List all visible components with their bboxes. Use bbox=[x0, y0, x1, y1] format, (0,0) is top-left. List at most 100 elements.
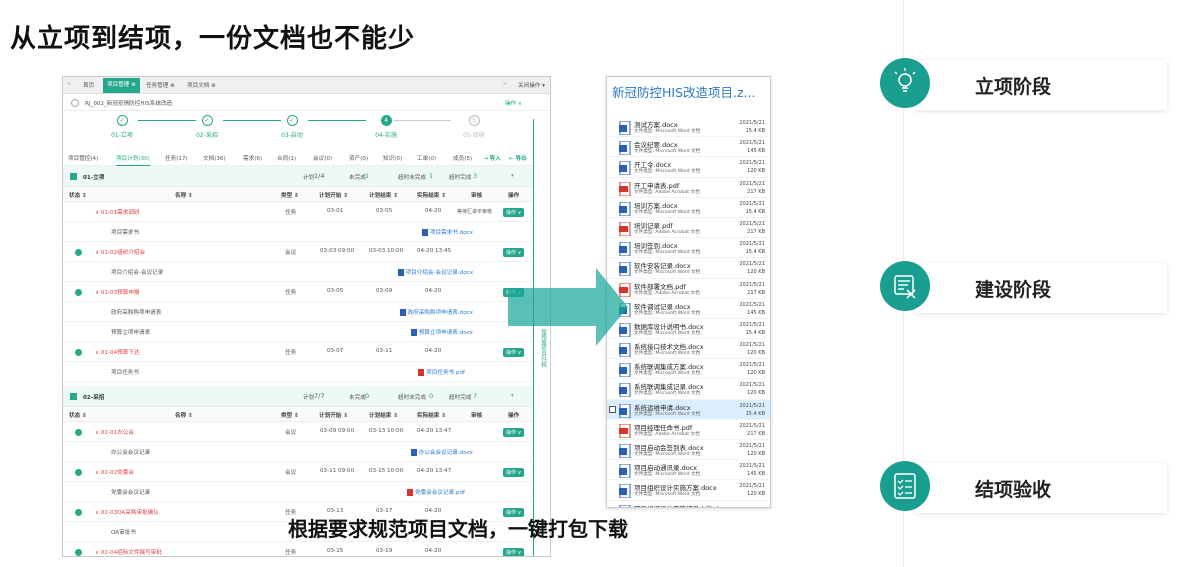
table-row[interactable]: ∨ 01-01需求调研 任务 03-01 03-05 04-20 等待汇卓平审核 操作 ∨ bbox=[63, 202, 533, 222]
zip-file-item[interactable]: 系统联调集成方案.docx 文件类型: Microsoft Word 文档 2021… bbox=[607, 359, 770, 380]
zip-file-item[interactable]: 系统运维申请.docx 文件类型: Microsoft Word 文档 2021/5… bbox=[607, 399, 770, 420]
column-header[interactable]: 名称 ⇕ bbox=[175, 191, 193, 199]
zip-file-item[interactable]: 会议纪要.docx 文件类型: Microsoft Word 文档 2021/5/2… bbox=[607, 137, 770, 158]
zip-file-item[interactable]: 软件调试记录.docx 文件类型: Microsoft Word 文档 2021/5… bbox=[607, 299, 770, 319]
subtab-ticket[interactable]: 工单(0) bbox=[417, 154, 436, 162]
column-header[interactable]: 计划开始 ⇕ bbox=[319, 191, 348, 199]
step-2[interactable]: ✓ 02-采招 bbox=[172, 115, 242, 139]
subtab-task[interactable]: 任务(17) bbox=[165, 154, 188, 162]
doc-link[interactable]: 项目任务书.pdf bbox=[418, 368, 465, 376]
nav-forward-icon[interactable]: » bbox=[503, 81, 506, 87]
column-header[interactable]: 状态 ⇕ bbox=[69, 191, 87, 199]
zip-file-item[interactable]: 软件安装记录.docx 文件类型: Microsoft Word 文档 2021/5… bbox=[607, 258, 770, 279]
task-name[interactable]: ∨ 02-03OA采购审批确认 bbox=[95, 508, 159, 516]
subtab-control[interactable]: 项目管控(4) bbox=[68, 154, 98, 162]
subtab-req[interactable]: 需求(6) bbox=[243, 154, 262, 162]
task-name[interactable]: ∨ 02-01办公会 bbox=[95, 428, 134, 436]
column-header[interactable]: 名称 ⇕ bbox=[175, 411, 193, 419]
subtab-contract[interactable]: 合同(1) bbox=[277, 154, 296, 162]
doc-link[interactable]: 项目介绍会-会议记录.docx bbox=[397, 268, 473, 276]
table-row[interactable]: ∨ 01-02组织介绍会 会议 03-03 09:00 03-03 10:00 04-2… bbox=[63, 242, 533, 262]
zip-file-item[interactable]: 项目组织设计实施方案.docx 文件类型: Microsoft Word 文档 20… bbox=[607, 480, 770, 501]
tab-home[interactable]: 首页 bbox=[83, 81, 94, 89]
column-header[interactable]: 类型 ⇕ bbox=[281, 411, 299, 419]
column-header[interactable]: 操作 bbox=[508, 191, 519, 199]
task-name[interactable]: ∨ 01-04预算下达 bbox=[95, 348, 140, 356]
table-row[interactable]: 项目需求书 项目需求书.docx bbox=[63, 222, 533, 242]
op-button[interactable]: 操作 ∨ bbox=[503, 348, 525, 357]
zip-file-item[interactable]: 培训方案.docx 文件类型: Microsoft Word 文档 2021/5/2… bbox=[607, 198, 770, 218]
column-header[interactable]: 实际结束 ⇕ bbox=[417, 191, 446, 199]
task-name[interactable]: ∨ 02-04招标文件撰写审批 bbox=[95, 548, 162, 556]
zip-file-item[interactable]: 数据库设计说明书.docx 文件类型: Microsoft Word 文档 2021… bbox=[607, 319, 770, 340]
zip-file-item[interactable]: 开工令.docx 文件类型: Microsoft Word 文档 2021/5/21… bbox=[607, 157, 770, 178]
checkbox[interactable] bbox=[609, 405, 616, 413]
zip-file-item[interactable]: 培训记录.pdf 文件类型: Adobe Acrobat 文档 2021/5/21 2… bbox=[607, 218, 770, 239]
subtab-asset[interactable]: 资产(0) bbox=[349, 154, 368, 162]
subtab-knowledge[interactable]: 知识(0) bbox=[383, 154, 402, 162]
task-name[interactable]: ∨ 01-03预算申报 bbox=[95, 288, 140, 296]
table-row[interactable]: 政府采购购项申请表 政府采购购项申请表.docx bbox=[63, 302, 533, 322]
project-op-menu[interactable]: 操作 ∨ bbox=[505, 99, 522, 107]
table-row[interactable]: 项目介绍会-会议记录 项目介绍会-会议记录.docx bbox=[63, 262, 533, 282]
step-1[interactable]: ✓ 01-立项 bbox=[87, 115, 157, 139]
zip-file-item[interactable]: 测试方案.docx 文件类型: Microsoft Word 文档 2021/5/2… bbox=[607, 117, 770, 138]
table-row[interactable]: ∨ 02-04招标文件撰写审批 任务 03-15 03-19 04-20 操作 ∨ bbox=[63, 542, 533, 556]
zip-file-item[interactable]: 软件部署文档.pdf 文件类型: Adobe Acrobat 文档 2021/5/2… bbox=[607, 279, 770, 299]
import-button[interactable]: ⇥ 导入 bbox=[483, 154, 501, 162]
zip-file-item[interactable]: 项目经理任命书.pdf 文件类型: Adobe Acrobat 文档 2021/5/… bbox=[607, 420, 770, 440]
op-button[interactable]: 操作 ∨ bbox=[503, 208, 525, 217]
task-name[interactable]: ∨ 01-02组织介绍会 bbox=[95, 248, 145, 256]
tab-task-management[interactable]: 任务管理 ⊗ bbox=[146, 81, 175, 89]
nav-back-icon[interactable]: « bbox=[67, 81, 70, 87]
group-header[interactable]: 01-立项 计划 1/4 未完成 1 超时未完成 1 超时完成 3 ▾ bbox=[63, 166, 533, 187]
table-row[interactable]: 办公会会议记录 办公会会议记录.docx bbox=[63, 442, 533, 462]
column-header[interactable]: 计划结束 ⇕ bbox=[369, 411, 398, 419]
column-header[interactable]: 计划开始 ⇕ bbox=[319, 411, 348, 419]
step-5[interactable]: 5 05-验收 bbox=[439, 115, 509, 139]
doc-link[interactable]: 政府采购购项申请表.docx bbox=[399, 308, 473, 316]
doc-link[interactable]: 项目需求书.docx bbox=[421, 228, 473, 236]
op-button[interactable]: 操作 ∨ bbox=[503, 428, 525, 437]
doc-link[interactable]: 预算立项申请表.docx bbox=[410, 328, 473, 336]
zip-title[interactable]: 新冠防控HIS改造项目.z... bbox=[607, 77, 770, 117]
group-toggle-icon[interactable]: ▾ bbox=[511, 173, 514, 179]
back-circle-icon[interactable] bbox=[71, 99, 79, 107]
subtab-plan[interactable]: 项目计划(30) bbox=[116, 154, 150, 166]
column-header[interactable]: 操作 bbox=[508, 411, 519, 419]
group-toggle-icon[interactable]: ▾ bbox=[511, 393, 514, 399]
zip-file-item[interactable]: 项目启动通讯录.docx 文件类型: Microsoft Word 文档 2021/… bbox=[607, 460, 770, 481]
column-header[interactable]: 状态 ⇕ bbox=[69, 411, 87, 419]
table-row[interactable]: ∨ 01-03预算申报任务03-0503-0904-20操作 ∨ bbox=[63, 282, 533, 302]
tab-project-management[interactable]: 项目管理 ⊗ bbox=[103, 78, 140, 93]
task-name[interactable]: ∨ 01-01需求调研 bbox=[95, 208, 140, 216]
op-button[interactable]: 操作 ∨ bbox=[503, 548, 525, 556]
zip-file-item[interactable]: 培训签到.docx 文件类型: Microsoft Word 文档 2021/5/2… bbox=[607, 238, 770, 259]
subtab-meeting[interactable]: 会议(0) bbox=[313, 154, 332, 162]
zip-file-item[interactable]: 开工申请表.pdf 文件类型: Adobe Acrobat 文档 2021/5/21… bbox=[607, 178, 770, 198]
zip-file-item[interactable]: 项目组织设计实施结果文档.docx bbox=[607, 501, 770, 507]
close-tabs-menu[interactable]: 关闭操作 ▾ bbox=[518, 81, 545, 89]
doc-link[interactable]: 党委会会议记录.pdf bbox=[406, 488, 465, 496]
column-header[interactable]: 实际结束 ⇕ bbox=[417, 411, 446, 419]
table-row[interactable]: 党委会会议记录 党委会会议记录.pdf bbox=[63, 482, 533, 502]
column-header[interactable]: 计划结束 ⇕ bbox=[369, 191, 398, 199]
column-header[interactable]: 审核 bbox=[471, 191, 482, 199]
table-row[interactable]: 项目任务书 项目任务书.pdf bbox=[63, 362, 533, 382]
table-row[interactable]: ∨ 01-04预算下达 任务 03-07 03-11 04-20 操作 ∨ bbox=[63, 342, 533, 362]
zip-file-item[interactable]: 系统接口技术文档.docx 文件类型: Microsoft Word 文档 2021… bbox=[607, 339, 770, 360]
column-header[interactable]: 类型 ⇕ bbox=[281, 191, 299, 199]
column-header[interactable]: 审核 bbox=[471, 411, 482, 419]
table-row[interactable]: ∨ 02-01办公会 会议 03-09 09:00 03-13 10:00 04-20 … bbox=[63, 422, 533, 442]
export-button[interactable]: ⇤ 导出 bbox=[509, 154, 527, 162]
group-header[interactable]: 02-采招 计划 7/7 未完成 0 超时未完成 0 超时完成 7 ▾ bbox=[63, 386, 533, 407]
subtab-member[interactable]: 成员(5) bbox=[453, 154, 472, 162]
table-row[interactable]: ∨ 02-02党委会 会议 03-11 09:00 03-15 10:00 04-20 … bbox=[63, 462, 533, 482]
op-button[interactable]: 操作 ∨ bbox=[503, 468, 525, 477]
subtab-doc[interactable]: 文档(36) bbox=[203, 154, 226, 162]
zip-file-item[interactable]: 系统联调集成记录.docx 文件类型: Microsoft Word 文档 2021… bbox=[607, 379, 770, 400]
step-3[interactable]: ✓ 03-启动 bbox=[257, 115, 327, 139]
step-4[interactable]: 4 04-实施 bbox=[351, 115, 421, 139]
task-name[interactable]: ∨ 02-02党委会 bbox=[95, 468, 134, 476]
op-button[interactable]: 操作 ∨ bbox=[503, 248, 525, 257]
